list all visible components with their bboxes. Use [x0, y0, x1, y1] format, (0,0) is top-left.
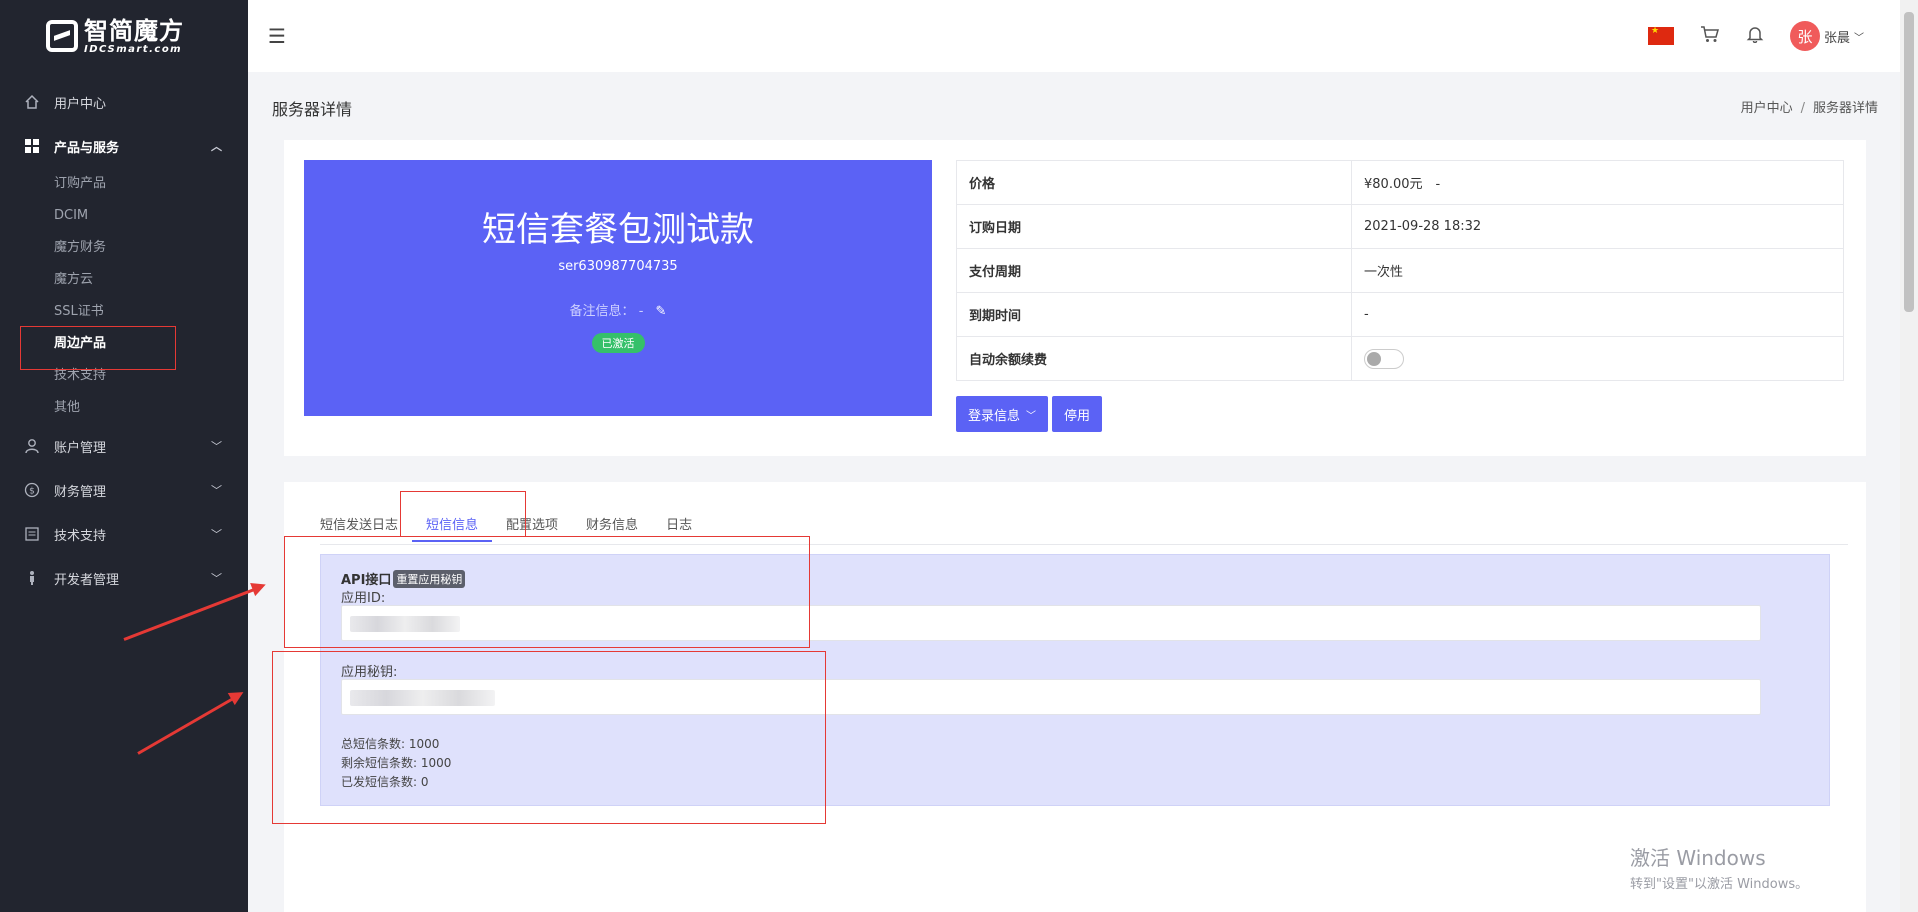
breadcrumb-user-center[interactable]: 用户中心 — [1741, 101, 1793, 116]
logo-mark-icon — [46, 20, 78, 52]
info-value: ¥80.00元 - — [1351, 160, 1844, 205]
page-title: 服务器详情 — [272, 100, 353, 119]
annotation-highlight-box — [400, 491, 526, 537]
info-key: 支付周期 — [956, 248, 1352, 293]
disable-button[interactable]: 停用 — [1052, 396, 1103, 432]
user-name: 张晨 — [1823, 30, 1850, 46]
submenu-item-dcim[interactable]: DCIM — [54, 200, 248, 232]
sidebar: 智简魔方 IDCSmart.com 用户中心 产品与服务 ︿ 订购产品 DCIM… — [0, 0, 248, 912]
product-card: 短信套餐包测试款 ser630987704735 备注信息： - ✎ 已激活 价… — [284, 140, 1866, 456]
sidebar-item-label: 用户中心 — [54, 96, 107, 112]
chevron-down-icon: ﹀ — [211, 528, 222, 541]
dollar-icon: $ — [24, 482, 40, 498]
svg-text:$: $ — [29, 487, 35, 497]
breadcrumb-current: 服务器详情 — [1812, 101, 1878, 116]
home-icon — [24, 94, 40, 110]
top-header: ☰ 张 张晨 ﹀ — [248, 0, 1900, 72]
document-icon — [24, 526, 40, 542]
remark-value: - — [638, 304, 644, 319]
developer-icon — [24, 570, 40, 586]
menu-toggle-icon[interactable]: ☰ — [268, 24, 286, 48]
breadcrumb: 用户中心 / 服务器详情 — [1740, 101, 1878, 116]
china-flag-icon[interactable] — [1647, 26, 1674, 45]
annotation-highlight-box — [20, 326, 176, 370]
action-buttons: 登录信息 ﹀ 停用 — [956, 396, 1103, 432]
edit-icon[interactable]: ✎ — [656, 304, 667, 319]
logo[interactable]: 智简魔方 IDCSmart.com — [0, 0, 248, 72]
table-row: 到期时间 - — [956, 292, 1844, 337]
sidebar-item-label: 账户管理 — [54, 440, 107, 456]
sidebar-item-products[interactable]: 产品与服务 ︿ — [0, 124, 248, 168]
table-row: 支付周期 一次性 — [956, 248, 1844, 293]
submenu-item-cloud[interactable]: 魔方云 — [54, 264, 248, 296]
sidebar-item-label: 财务管理 — [54, 484, 107, 500]
info-key: 自动余额续费 — [956, 336, 1352, 381]
info-key: 订购日期 — [956, 204, 1352, 249]
scrollbar-thumb[interactable] — [1904, 12, 1914, 312]
sidebar-item-label: 开发者管理 — [54, 572, 120, 588]
table-row: 订购日期 2021-09-28 18:32 — [956, 204, 1844, 249]
sidebar-item-label: 技术支持 — [54, 528, 107, 544]
info-value — [1351, 336, 1844, 381]
submenu-item-other[interactable]: 其他 — [54, 392, 248, 424]
chevron-down-icon: ﹀ — [211, 440, 222, 453]
status-badge: 已激活 — [591, 333, 645, 353]
product-remark: 备注信息： - ✎ — [304, 300, 932, 319]
sidebar-item-label: 产品与服务 — [54, 140, 120, 156]
auto-renew-toggle[interactable] — [1364, 348, 1404, 369]
sidebar-item-finance[interactable]: $ 财务管理 ﹀ — [0, 468, 248, 512]
info-value: 2021-09-28 18:32 — [1351, 204, 1844, 249]
submenu-item-ssl[interactable]: SSL证书 — [54, 296, 248, 328]
bell-icon[interactable] — [1746, 25, 1764, 48]
table-row: 价格 ¥80.00元 - — [956, 160, 1844, 205]
sidebar-item-account[interactable]: 账户管理 ﹀ — [0, 424, 248, 468]
cart-icon[interactable] — [1700, 25, 1720, 48]
annotation-highlight-box — [284, 536, 810, 648]
info-value: 一次性 — [1351, 248, 1844, 293]
windows-activation-watermark: 激活 Windows 转到"设置"以激活 Windows。 — [1630, 842, 1808, 892]
info-key: 到期时间 — [956, 292, 1352, 337]
login-info-label: 登录信息 — [968, 408, 1021, 424]
info-key: 价格 — [956, 160, 1352, 205]
user-menu[interactable]: 张 张晨 ﹀ — [1789, 21, 1864, 51]
product-serial: ser630987704735 — [558, 259, 678, 274]
chevron-down-icon: ﹀ — [211, 484, 222, 497]
products-submenu: 订购产品 DCIM 魔方财务 魔方云 SSL证书 周边产品 技术支持 其他 — [0, 168, 248, 424]
product-name: 短信套餐包测试款 — [482, 210, 754, 250]
table-row: 自动余额续费 — [956, 336, 1844, 381]
sidebar-item-user-center[interactable]: 用户中心 — [0, 80, 248, 124]
product-banner: 短信套餐包测试款 ser630987704735 备注信息： - ✎ 已激活 — [304, 160, 932, 416]
page-scrollbar[interactable] — [1900, 0, 1918, 912]
user-icon — [24, 438, 40, 454]
sidebar-item-developer[interactable]: 开发者管理 ﹀ — [0, 556, 248, 600]
info-value: - — [1351, 292, 1844, 337]
chevron-up-icon: ︿ — [211, 140, 222, 153]
chevron-down-icon: ﹀ — [1854, 32, 1864, 44]
grid-icon — [24, 138, 40, 154]
logo-name-en: IDCSmart.com — [84, 43, 183, 55]
avatar: 张 — [1789, 21, 1820, 51]
watermark-line1: 激活 Windows — [1630, 846, 1766, 870]
sidebar-item-tech-support[interactable]: 技术支持 ﹀ — [0, 512, 248, 556]
logo-name-cn: 智简魔方 — [84, 16, 184, 45]
chevron-down-icon: ﹀ — [211, 572, 222, 585]
remark-label: 备注信息： — [569, 304, 635, 319]
login-info-button[interactable]: 登录信息 ﹀ — [956, 396, 1049, 432]
submenu-item-order[interactable]: 订购产品 — [54, 168, 248, 200]
annotation-highlight-box — [272, 651, 826, 824]
product-info-table: 价格 ¥80.00元 - 订购日期 2021-09-28 18:32 支付周期 一次性… — [956, 160, 1844, 381]
watermark-line2: 转到"设置"以激活 Windows。 — [1630, 877, 1809, 892]
chevron-down-icon: ﹀ — [1026, 410, 1037, 422]
submenu-item-finance[interactable]: 魔方财务 — [54, 232, 248, 264]
